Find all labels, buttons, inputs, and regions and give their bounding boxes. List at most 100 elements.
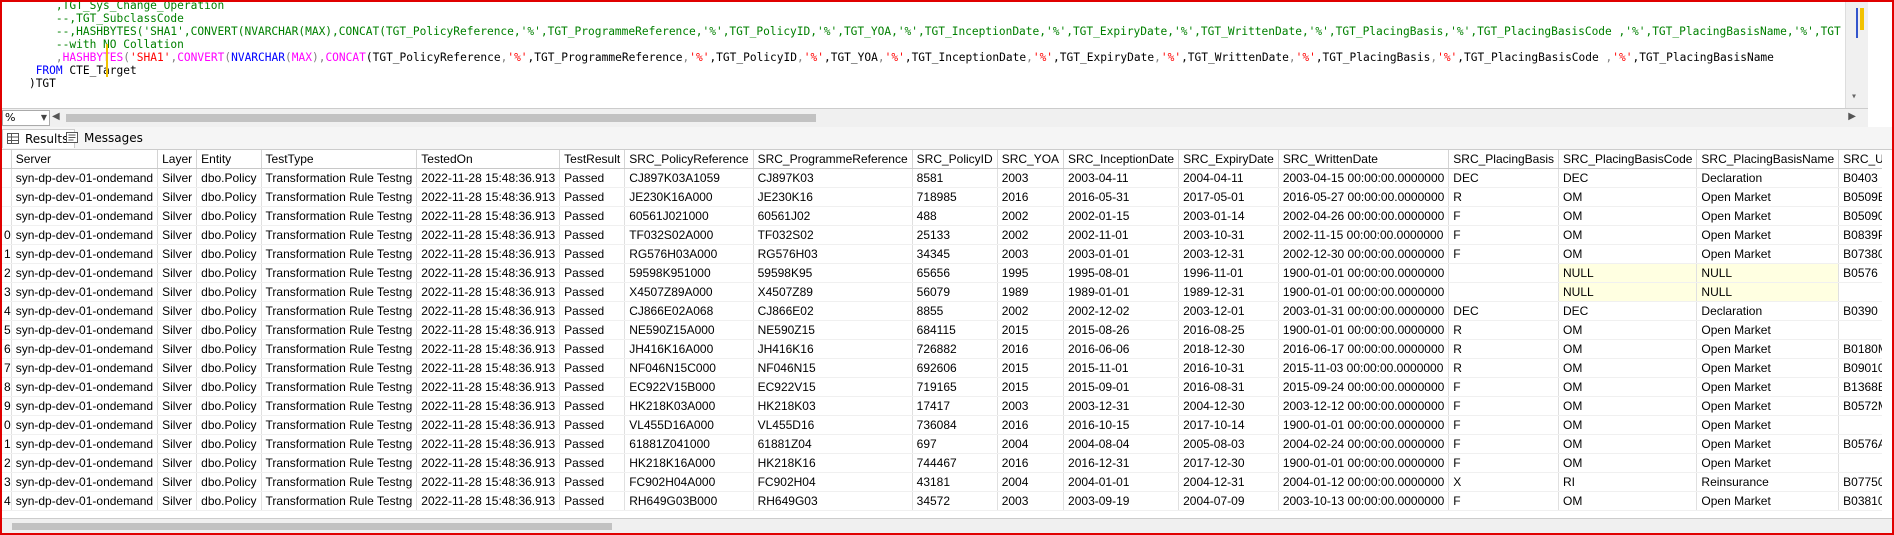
table-cell[interactable]: dbo.Policy [196, 320, 262, 340]
table-cell[interactable]: F [1448, 491, 1560, 511]
table-cell[interactable]: NF046N15C000 [624, 358, 754, 378]
table-cell[interactable]: Silver [157, 339, 198, 359]
column-header[interactable]: SRC_WrittenDate [1278, 150, 1450, 169]
table-cell[interactable]: 2002 [997, 301, 1065, 321]
table-cell[interactable]: OM [1558, 225, 1698, 245]
table-cell[interactable]: 8855 [912, 301, 998, 321]
table-cell[interactable]: OM [1558, 187, 1698, 207]
scroll-right-arrow-icon[interactable]: ▶ [1848, 111, 1856, 122]
table-cell[interactable]: syn-dp-dev-01-ondemand [11, 206, 159, 226]
results-grid[interactable]: Server Layer Entity TestType TestedOn TestRes… [2, 150, 1882, 518]
table-cell[interactable]: Transformation Rule Testng [261, 320, 418, 340]
table-row[interactable]: 7 syn-dp-dev-01-ondemand Silver dbo.Policy T… [2, 358, 1882, 378]
table-cell[interactable]: 61881Z04 [753, 434, 913, 454]
table-cell[interactable]: 736084 [912, 415, 998, 435]
table-cell[interactable]: 2003-04-11 [1063, 168, 1180, 188]
table-cell[interactable]: CJ897K03 [753, 168, 913, 188]
table-cell[interactable]: 2022-11-28 15:48:36.913 [416, 225, 561, 245]
column-header[interactable]: Server [11, 150, 159, 169]
table-cell[interactable]: 2004 [997, 472, 1065, 492]
grid-horizontal-scroll-thumb[interactable] [12, 523, 612, 530]
table-cell[interactable]: TF032S02 [753, 225, 913, 245]
table-cell[interactable]: dbo.Policy [196, 396, 262, 416]
table-cell[interactable]: Transformation Rule Testng [261, 415, 418, 435]
table-cell[interactable]: Passed [559, 453, 626, 473]
table-cell[interactable]: 488 [912, 206, 998, 226]
table-cell[interactable]: Open Market [1696, 396, 1840, 416]
table-cell[interactable] [1448, 263, 1560, 283]
table-cell[interactable]: B090105007A15 [1838, 358, 1882, 378]
table-cell[interactable]: Silver [157, 244, 198, 264]
table-cell[interactable]: 2016 [997, 187, 1065, 207]
table-cell[interactable]: Passed [559, 491, 626, 511]
table-cell[interactable]: CJ866E02A068 [624, 301, 754, 321]
editor-horizontal-scrollbar[interactable] [58, 113, 1858, 123]
table-cell[interactable]: 2022-11-28 15:48:36.913 [416, 263, 561, 283]
table-cell[interactable] [1838, 282, 1882, 302]
table-cell[interactable]: Silver [157, 168, 198, 188]
table-cell[interactable]: 2016-12-31 [1063, 453, 1180, 473]
table-cell[interactable]: B077504XB0085 [1838, 472, 1882, 492]
table-cell[interactable]: OM [1558, 453, 1698, 473]
table-cell[interactable]: RG576H03 [753, 244, 913, 264]
grid-horizontal-scrollbar[interactable] [2, 518, 1892, 533]
table-cell[interactable]: 2002-01-15 [1063, 206, 1180, 226]
table-cell[interactable]: X [1448, 472, 1560, 492]
table-cell[interactable]: JE230K16 [753, 187, 913, 207]
table-cell[interactable]: OM [1558, 244, 1698, 264]
row-number[interactable]: 2 [2, 263, 12, 283]
table-cell[interactable]: 719165 [912, 377, 998, 397]
table-cell[interactable]: NULL [1558, 282, 1698, 302]
table-cell[interactable]: Silver [157, 263, 198, 283]
table-cell[interactable]: 2004-12-30 [1178, 396, 1279, 416]
table-cell[interactable]: 2002-12-02 [1063, 301, 1180, 321]
column-header[interactable]: SRC_YOA [997, 150, 1065, 169]
table-cell[interactable]: RI [1558, 472, 1698, 492]
table-cell[interactable]: 2016 [997, 339, 1065, 359]
table-row[interactable]: 0 syn-dp-dev-01-ondemand Silver dbo.Policy T… [2, 225, 1882, 245]
table-cell[interactable]: Transformation Rule Testng [261, 206, 418, 226]
table-cell[interactable]: 2016-10-31 [1178, 358, 1279, 378]
table-row[interactable]: 0 syn-dp-dev-01-ondemand Silver dbo.Policy T… [2, 415, 1882, 435]
column-header[interactable]: TestType [261, 150, 418, 169]
table-cell[interactable]: DEC [1558, 168, 1698, 188]
table-cell[interactable]: 2022-11-28 15:48:36.913 [416, 396, 561, 416]
table-cell[interactable]: X4507Z89A000 [624, 282, 754, 302]
table-cell[interactable]: 34572 [912, 491, 998, 511]
table-cell[interactable]: Passed [559, 434, 626, 454]
table-row[interactable]: 4 syn-dp-dev-01-ondemand Silver dbo.Policy T… [2, 301, 1882, 321]
table-cell[interactable]: 59598K951000 [624, 263, 754, 283]
table-cell[interactable]: Transformation Rule Testng [261, 377, 418, 397]
table-cell[interactable]: 56079 [912, 282, 998, 302]
table-cell[interactable]: RH649G03 [753, 491, 913, 511]
editor-vertical-scrollbar[interactable]: ▾ [1845, 2, 1868, 108]
table-cell[interactable]: dbo.Policy [196, 301, 262, 321]
table-cell[interactable]: Passed [559, 263, 626, 283]
table-cell[interactable]: 1995-08-01 [1063, 263, 1180, 283]
table-cell[interactable]: 2003-01-14 [1178, 206, 1279, 226]
table-cell[interactable]: 2003-12-01 [1178, 301, 1279, 321]
table-cell[interactable]: Silver [157, 396, 198, 416]
row-number[interactable]: 7 [2, 358, 12, 378]
table-cell[interactable]: 1900-01-01 00:00:00.0000000 [1278, 453, 1450, 473]
table-cell[interactable] [1838, 453, 1882, 473]
table-cell[interactable]: Passed [559, 339, 626, 359]
table-cell[interactable]: 2003-12-31 [1063, 396, 1180, 416]
table-cell[interactable]: 2022-11-28 15:48:36.913 [416, 320, 561, 340]
table-cell[interactable]: Silver [157, 301, 198, 321]
table-cell[interactable]: syn-dp-dev-01-ondemand [11, 244, 159, 264]
table-row[interactable]: 3 syn-dp-dev-01-ondemand Silver dbo.Policy T… [2, 282, 1882, 302]
table-row[interactable]: 4 syn-dp-dev-01-ondemand Silver dbo.Policy T… [2, 491, 1882, 511]
table-cell[interactable]: HK218K03A000 [624, 396, 754, 416]
column-header[interactable]: Entity [196, 150, 262, 169]
table-cell[interactable]: Passed [559, 206, 626, 226]
table-cell[interactable]: B050902AK5006 [1838, 206, 1882, 226]
table-cell[interactable]: 2022-11-28 15:48:36.913 [416, 434, 561, 454]
table-cell[interactable]: OM [1558, 206, 1698, 226]
table-cell[interactable]: 2018-12-30 [1178, 339, 1279, 359]
table-cell[interactable]: 2002-11-01 [1063, 225, 1180, 245]
table-cell[interactable]: DEC [1448, 168, 1560, 188]
table-cell[interactable]: OM [1558, 339, 1698, 359]
table-cell[interactable]: 2022-11-28 15:48:36.913 [416, 301, 561, 321]
table-cell[interactable]: syn-dp-dev-01-ondemand [11, 263, 159, 283]
